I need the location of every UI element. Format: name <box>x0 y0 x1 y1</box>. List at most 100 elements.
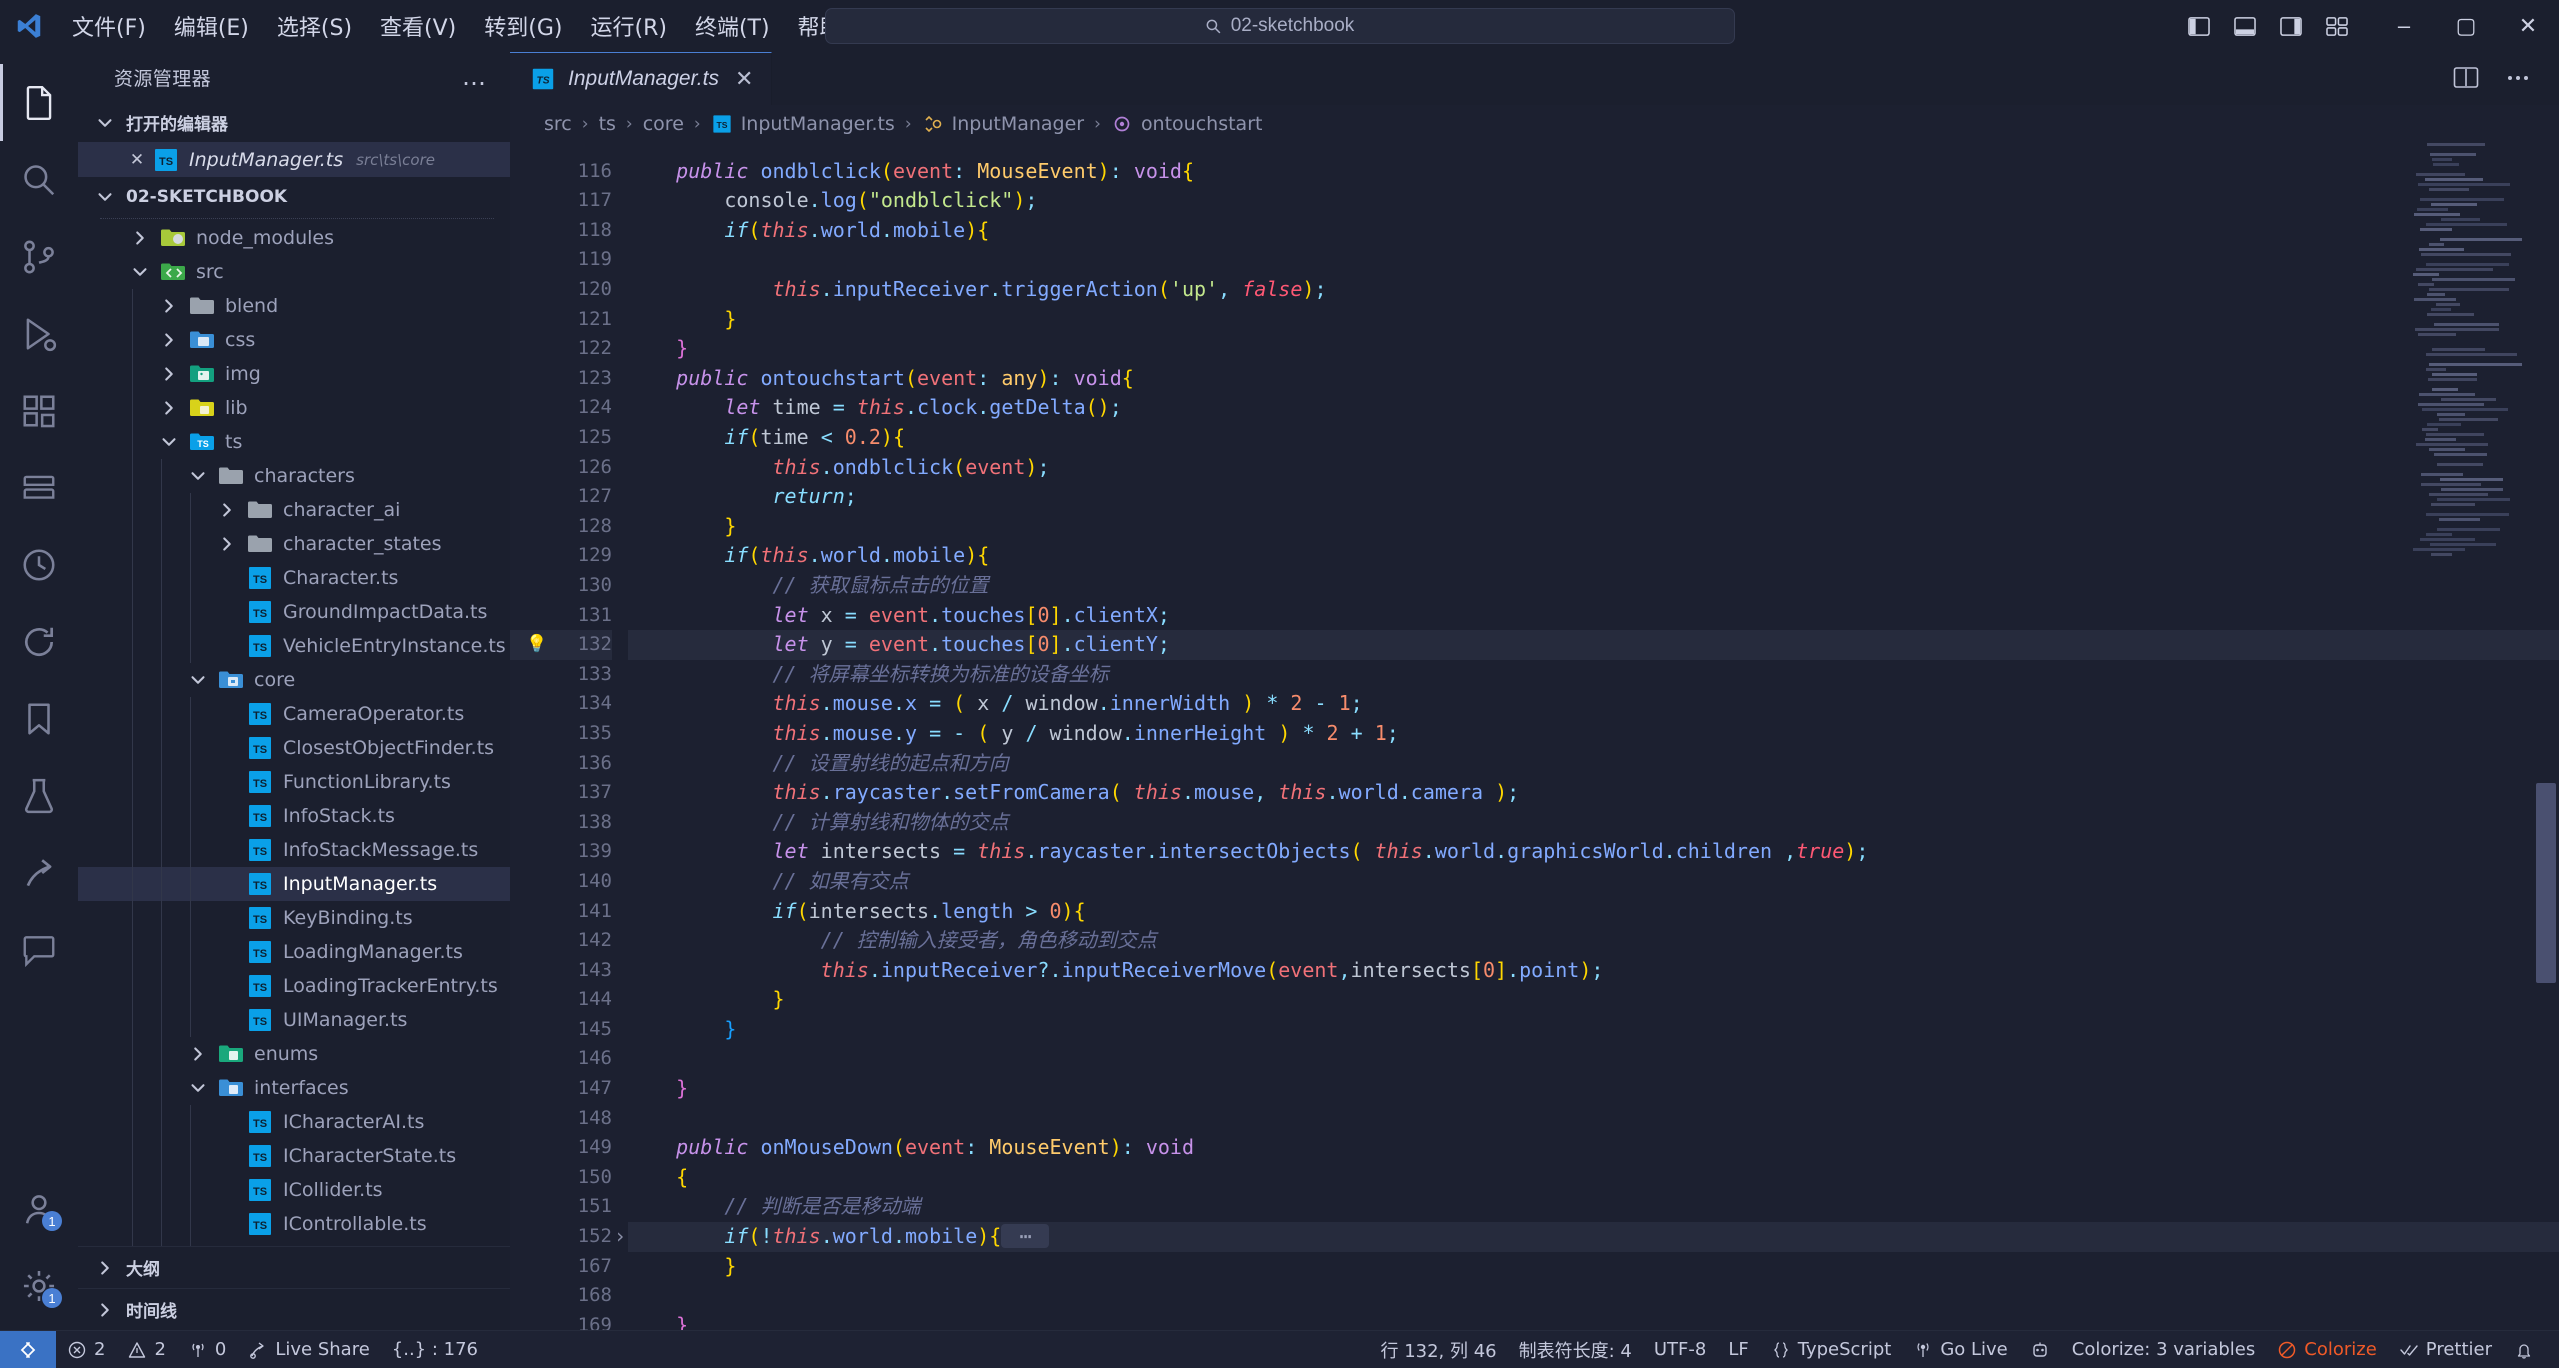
breadcrumb-item-ts[interactable]: ts <box>599 113 616 135</box>
code-line[interactable]: this.inputReceiver?.inputReceiverMove(ev… <box>628 956 2559 986</box>
status-prettier[interactable]: Prettier <box>2388 1331 2503 1368</box>
workspace-section-header[interactable]: 02-SKETCHBOOK <box>78 177 510 216</box>
window-close-button[interactable]: ✕ <box>2497 0 2559 52</box>
activity-chat[interactable] <box>0 911 78 988</box>
menu-file[interactable]: 文件(F) <box>58 6 160 46</box>
tree-file-inputmanager-ts[interactable]: TS InputManager.ts <box>78 867 510 902</box>
code-line[interactable] <box>628 1281 2559 1311</box>
activity-search[interactable] <box>0 141 78 218</box>
code-line[interactable]: // 将屏幕坐标转换为标准的设备坐标 <box>628 660 2559 690</box>
status-eol[interactable]: LF <box>1717 1331 1759 1368</box>
code-line[interactable]: let time = this.clock.getDelta(); <box>628 393 2559 423</box>
code-line[interactable]: { <box>628 1163 2559 1193</box>
status-colorize-variables[interactable]: Colorize: 3 variables <box>2061 1331 2266 1368</box>
code-line[interactable]: // 设置射线的起点和方向 <box>628 749 2559 779</box>
activity-source-control[interactable] <box>0 218 78 295</box>
tree-file-loadingtrackerentry-ts[interactable]: TS LoadingTrackerEntry.ts <box>78 969 510 1004</box>
tree-file-icontrollable-ts[interactable]: TS IControllable.ts <box>78 1207 510 1242</box>
open-editors-section-header[interactable]: 打开的编辑器 <box>78 103 510 142</box>
code-line[interactable]: if(intersects.length > 0){ <box>628 897 2559 927</box>
code-line[interactable]: this.raycaster.setFromCamera( this.mouse… <box>628 778 2559 808</box>
minimap[interactable] <box>2413 142 2533 1330</box>
menu-view[interactable]: 查看(V) <box>366 6 470 46</box>
breadcrumb-item-src[interactable]: src <box>544 113 572 135</box>
breadcrumb-item-class[interactable]: InputManager <box>922 113 1084 135</box>
close-icon[interactable]: ✕ <box>122 150 152 170</box>
tree-folder-img[interactable]: img <box>78 357 510 392</box>
code-line[interactable]: let intersects = this.raycaster.intersec… <box>628 837 2559 867</box>
tree-folder-css[interactable]: css <box>78 323 510 358</box>
tree-file-keybinding-ts[interactable]: TS KeyBinding.ts <box>78 901 510 936</box>
activity-test[interactable] <box>0 757 78 834</box>
tree-file-infostackmessage-ts[interactable]: TS InfoStackMessage.ts <box>78 833 510 868</box>
tree-folder-character-ai[interactable]: character_ai <box>78 493 510 528</box>
tree-file-uimanager-ts[interactable]: TS UIManager.ts <box>78 1003 510 1038</box>
status-live-share[interactable]: Live Share <box>237 1331 380 1368</box>
menu-edit[interactable]: 编辑(E) <box>160 6 263 46</box>
activity-bookmarks[interactable] <box>0 680 78 757</box>
lightbulb-icon[interactable]: 💡 <box>526 630 547 660</box>
tree-folder-interfaces[interactable]: interfaces <box>78 1071 510 1106</box>
breadcrumb-item-file[interactable]: TS InputManager.ts <box>711 113 895 135</box>
tree-file-loadingmanager-ts[interactable]: TS LoadingManager.ts <box>78 935 510 970</box>
status-indentation[interactable]: 制表符长度: 4 <box>1508 1331 1643 1368</box>
activity-remote-explorer[interactable] <box>0 449 78 526</box>
code-line[interactable]: this.mouse.x = ( x / window.innerWidth )… <box>628 689 2559 719</box>
tree-folder-lib[interactable]: lib <box>78 391 510 426</box>
code-line[interactable]: // 获取鼠标点击的位置 <box>628 571 2559 601</box>
code-line[interactable]: } <box>628 985 2559 1015</box>
code-line[interactable]: } <box>628 1015 2559 1045</box>
menu-selection[interactable]: 选择(S) <box>263 6 366 46</box>
status-language-mode[interactable]: TypeScript <box>1760 1331 1903 1368</box>
code-line[interactable]: } <box>628 1074 2559 1104</box>
more-actions-icon[interactable] <box>2505 66 2531 90</box>
tree-file-iinputreceiver-ts[interactable]: TSIInputReceiver.ts <box>78 1241 510 1246</box>
tree-file-groundimpactdata-ts[interactable]: TS GroundImpactData.ts <box>78 595 510 630</box>
customize-layout-icon[interactable] <box>2325 16 2349 37</box>
toggle-primary-sidebar-icon[interactable] <box>2187 16 2211 37</box>
code-line[interactable]: public onMouseDown(event: MouseEvent): v… <box>628 1133 2559 1163</box>
status-encoding[interactable]: UTF-8 <box>1643 1331 1717 1368</box>
code-editor[interactable]: 116 117 118 119 120 121 122 123 124 125 126 127 128 1… <box>510 142 2559 1330</box>
status-errors[interactable]: 2 <box>56 1331 116 1368</box>
outline-section[interactable]: 大纲 <box>78 1246 510 1288</box>
code-line[interactable]: // 判断是否是移动端 <box>628 1192 2559 1222</box>
tree-file-icharacterai-ts[interactable]: TS ICharacterAI.ts <box>78 1105 510 1140</box>
activity-run-debug[interactable] <box>0 295 78 372</box>
code-line[interactable]: this.ondblclick(event); <box>628 453 2559 483</box>
activity-share[interactable] <box>0 834 78 911</box>
scrollbar-thumb[interactable] <box>2536 782 2556 983</box>
code-line[interactable] <box>628 1044 2559 1074</box>
code-line[interactable] <box>628 1104 2559 1134</box>
code-line[interactable]: if(this.world.mobile){ <box>628 541 2559 571</box>
code-line[interactable]: public ontouchstart(event: any): void{ <box>628 364 2559 394</box>
status-braces[interactable]: {..} : 176 <box>381 1331 489 1368</box>
command-center[interactable]: 02-sketchbook <box>824 8 1735 44</box>
code-line[interactable]: public ondblclick(event: MouseEvent): vo… <box>628 157 2559 187</box>
tab-close-icon[interactable]: ✕ <box>735 66 753 92</box>
tree-folder-node-modules[interactable]: node_modules <box>78 221 510 255</box>
toggle-panel-icon[interactable] <box>2233 16 2257 37</box>
fold-arrow-icon[interactable]: › <box>614 1222 626 1252</box>
status-colorize[interactable]: Colorize <box>2266 1331 2388 1368</box>
code-line[interactable]: // 控制输入接受者，角色移动到交点 <box>628 926 2559 956</box>
status-go-live[interactable]: Go Live <box>1902 1331 2018 1368</box>
code-line[interactable]: // 计算射线和物体的交点 <box>628 808 2559 838</box>
activity-timeline[interactable] <box>0 526 78 603</box>
activity-explorer[interactable] <box>0 64 78 141</box>
tree-folder-character-states[interactable]: character_states <box>78 527 510 562</box>
code-line[interactable]: } <box>628 1311 2559 1330</box>
tree-file-infostack-ts[interactable]: TS InfoStack.ts <box>78 799 510 834</box>
explorer-more-actions-icon[interactable]: … <box>462 65 488 88</box>
menu-terminal[interactable]: 终端(T) <box>681 6 784 46</box>
code-line[interactable]: if(time < 0.2){ <box>628 423 2559 453</box>
status-notifications[interactable] <box>2503 1331 2545 1368</box>
tree-file-character-ts[interactable]: TS Character.ts <box>78 561 510 596</box>
status-ports[interactable]: 0 <box>177 1331 237 1368</box>
status-cursor-position[interactable]: 行 132, 列 46 <box>1369 1331 1507 1368</box>
code-line[interactable]: } <box>628 305 2559 335</box>
tree-folder-blend[interactable]: blend <box>78 289 510 324</box>
code-line[interactable]: } <box>628 1252 2559 1282</box>
tree-folder-characters[interactable]: characters <box>78 459 510 494</box>
tree-folder-enums[interactable]: enums <box>78 1037 510 1072</box>
